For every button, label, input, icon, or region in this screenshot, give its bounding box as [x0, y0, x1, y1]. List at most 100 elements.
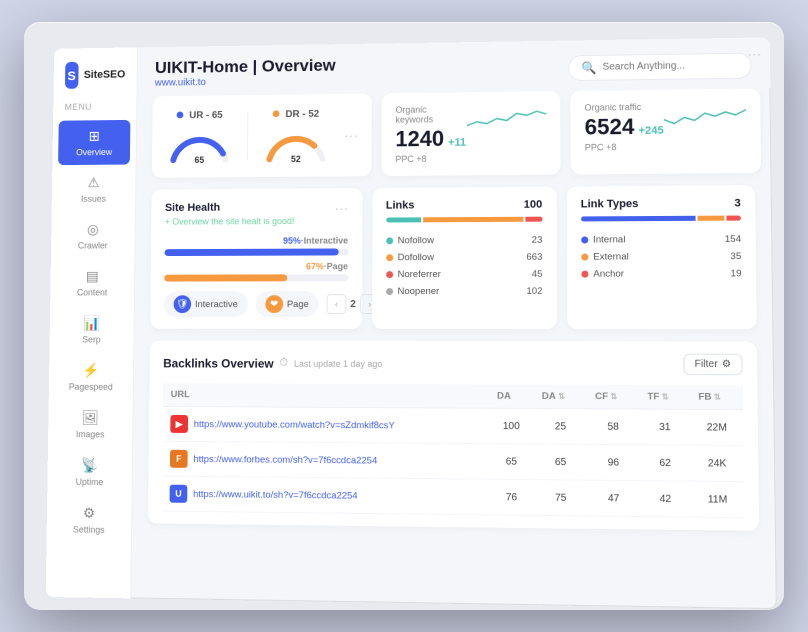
page-progress-bg — [164, 274, 348, 281]
cf-cell: 58 — [587, 409, 639, 445]
screen: S SiteSEO Menu ⊞ Overview ⚠ Issues ◎ Cra… — [46, 37, 777, 609]
site-health-more[interactable]: ··· — [334, 200, 348, 216]
col-da2[interactable]: DA — [534, 385, 587, 409]
col-cf[interactable]: CF — [587, 385, 639, 409]
interactive-badge-icon: 🛡 — [174, 295, 192, 313]
col-fb[interactable]: FB — [690, 385, 743, 409]
links-header: Links 100 — [386, 199, 542, 212]
da2-cell: 65 — [534, 444, 588, 480]
url-text[interactable]: https://www.youtube.com/watch?v=sZdmkif8… — [194, 419, 395, 431]
ur-dr-card: UR - 65 65 DR - 52 — [152, 94, 372, 178]
sidebar-item-serp[interactable]: 📊 Serp — [55, 307, 128, 352]
page-progress-label: 67%·Page — [164, 261, 348, 271]
tf-cell: 42 — [640, 481, 691, 518]
nofollow-label: Nofollow — [386, 235, 434, 246]
interactive-progress-fill — [164, 248, 338, 256]
url-cell: F https://www.forbes.com/sh?v=7f6ccdca22… — [170, 450, 481, 471]
filter-label: Filter — [695, 359, 718, 370]
sidebar-item-images[interactable]: 🖼 Images — [54, 401, 127, 447]
url-text[interactable]: https://www.forbes.com/sh?v=7f6ccdca2254 — [193, 453, 377, 466]
issues-icon: ⚠ — [88, 174, 100, 191]
sidebar-item-uptime[interactable]: 📡 Uptime — [53, 449, 126, 495]
organic-keywords-delta: +11 — [448, 137, 466, 149]
organic-keywords-card: Organic keywords 1240 +11 PPC +8 — [381, 91, 560, 176]
content-icon: ▤ — [86, 268, 99, 285]
link-types-count: 3 — [734, 197, 740, 209]
interactive-progress-bg — [164, 248, 348, 256]
sidebar-item-label: Uptime — [76, 477, 104, 487]
search-bar[interactable]: 🔍 — [568, 52, 752, 80]
top-cards-row: UR - 65 65 DR - 52 — [152, 89, 755, 178]
nofollow-value: 23 — [532, 235, 543, 246]
fb-cell: 24K — [691, 445, 744, 481]
main-content: UIKIT-Home | Overview www.uikit.to 🔍 — [131, 37, 777, 609]
traffic-sparkline — [664, 101, 746, 130]
search-input[interactable] — [602, 60, 738, 73]
ur-dr-more[interactable]: ··· — [344, 127, 358, 143]
dr-gauge: 52 — [262, 123, 331, 163]
page-progress-row: 67%·Page — [164, 261, 348, 281]
crawler-icon: ◎ — [87, 221, 99, 238]
organic-traffic-label: Organic traffic — [585, 102, 664, 113]
links-card: Links 100 Nofollow 23 — [372, 187, 557, 330]
sidebar-item-label: Serp — [82, 335, 100, 345]
organic-traffic-inner: Organic traffic 6524 +245 PPC +8 — [585, 101, 747, 153]
backlinks-timestamp: Last update 1 day ago — [294, 358, 382, 368]
favicon: U — [170, 485, 188, 503]
da1-cell: 65 — [489, 444, 534, 480]
page-subtitle: www.uikit.to — [155, 75, 336, 88]
col-tf[interactable]: TF — [639, 385, 690, 409]
pagespeed-icon: ⚡ — [82, 362, 99, 379]
sidebar: S SiteSEO Menu ⊞ Overview ⚠ Issues ◎ Cra… — [46, 47, 138, 598]
link-types-bar-seg-2 — [698, 216, 725, 221]
table-header: URL DA DA CF TF FB — [163, 383, 743, 409]
organic-traffic-data: Organic traffic 6524 +245 PPC +8 — [585, 102, 664, 153]
page-badge: ❤ Page — [255, 291, 318, 317]
content-area: UR - 65 65 DR - 52 — [131, 88, 777, 609]
ur-gauge: 65 — [165, 124, 233, 164]
sidebar-item-label: Pagespeed — [69, 382, 113, 392]
organic-keywords-value: 1240 +11 — [395, 126, 466, 152]
organic-keywords-ppc: PPC +8 — [395, 154, 466, 165]
health-badges: 🛡 Interactive ❤ Page ‹ 2 › — [164, 291, 348, 317]
sidebar-item-issues[interactable]: ⚠ Issues — [57, 166, 129, 211]
dofollow-label: Dofollow — [386, 252, 434, 263]
table-row: U https://www.uikit.to/sh?v=7f6ccdca2254… — [162, 476, 745, 518]
interactive-suffix: ·Interactive — [301, 236, 348, 246]
prev-page-btn[interactable]: ‹ — [327, 294, 347, 314]
cf-cell: 47 — [587, 480, 640, 516]
backlinks-table: URL DA DA CF TF FB ▶ — [162, 383, 745, 518]
svg-text:65: 65 — [194, 155, 204, 164]
site-health-subtitle: + Overview the site healt is good! — [165, 216, 348, 227]
tf-cell: 31 — [639, 409, 690, 445]
sidebar-item-content[interactable]: ▤ Content — [56, 260, 129, 305]
page-title: UIKIT-Home | Overview — [155, 56, 336, 78]
sidebar-item-crawler[interactable]: ◎ Crawler — [57, 213, 130, 258]
noopener-value: 102 — [526, 286, 542, 297]
dr-gauge-block: DR - 52 52 — [262, 108, 331, 163]
monitor: S SiteSEO Menu ⊞ Overview ⚠ Issues ◎ Cra… — [24, 22, 784, 610]
interactive-progress-row: 95%·Interactive — [164, 236, 348, 256]
sidebar-item-label: Issues — [81, 194, 106, 204]
cf-cell: 96 — [587, 444, 640, 480]
url-text[interactable]: https://www.uikit.to/sh?v=7f6ccdca2254 — [193, 488, 358, 501]
backlinks-table-wrap: URL DA DA CF TF FB ▶ — [162, 383, 745, 518]
filter-button[interactable]: Filter ⚙ — [683, 354, 743, 376]
settings-icon: ⚙ — [83, 505, 95, 522]
link-row-nofollow: Nofollow 23 — [386, 232, 543, 250]
organic-traffic-card: Organic traffic 6524 +245 PPC +8 — [570, 89, 760, 175]
images-icon: 🖼 — [82, 409, 99, 426]
sidebar-item-settings[interactable]: ⚙ Settings — [52, 496, 125, 543]
sidebar-item-pagespeed[interactable]: ⚡ Pagespeed — [54, 354, 127, 400]
menu-label: Menu — [53, 101, 136, 119]
noreferrer-value: 45 — [532, 269, 543, 280]
organic-keywords-data: Organic keywords 1240 +11 PPC +8 — [395, 104, 466, 164]
page-suffix: ·Page — [324, 261, 348, 271]
fb-cell: 11M — [691, 481, 744, 518]
sidebar-item-overview[interactable]: ⊞ Overview — [58, 120, 130, 165]
link-types-card: Link Types 3 Internal 154 — [566, 185, 756, 329]
link-types-title: Link Types — [581, 198, 639, 210]
internal-label: Internal — [581, 234, 626, 245]
page-badge-label: Page — [287, 299, 309, 310]
da2-cell: 75 — [534, 480, 588, 516]
